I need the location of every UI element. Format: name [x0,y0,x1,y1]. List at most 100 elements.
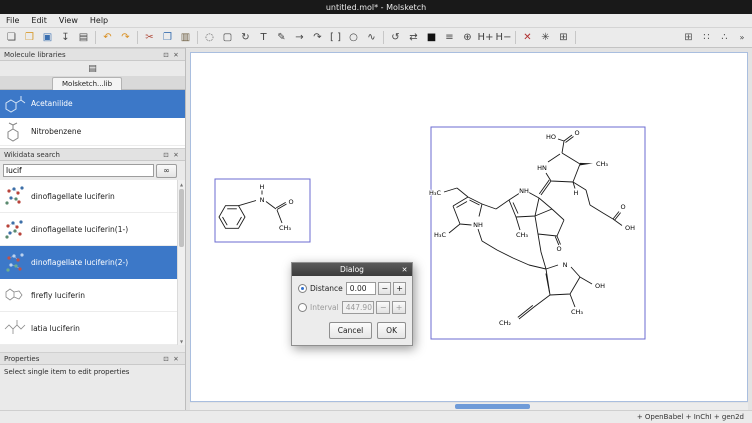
window-title: untitled.mol* - Molsketch [326,3,426,12]
flip-icon[interactable]: ⇄ [405,30,422,46]
scrollbar-thumb[interactable] [455,404,530,409]
distance-radio[interactable] [298,284,307,293]
interval-decrement-button[interactable]: − [376,301,390,314]
wikidata-scrollbar[interactable]: ▲ ▼ [177,180,185,345]
rotate-ccw-icon[interactable]: ↺ [387,30,404,46]
svg-text:O: O [620,203,625,211]
svg-text:H: H [260,183,265,191]
molecule-acetanilide[interactable] [219,191,287,229]
properties-float-icon[interactable]: ⊡ [161,354,171,364]
print-icon[interactable]: ▤ [75,30,92,46]
binoculars-icon: ∞ [163,166,170,175]
canvas-horizontal-scrollbar[interactable] [190,403,748,410]
molecule-thumbnail [2,216,28,242]
distance-input[interactable]: 0.00 [346,282,376,295]
save-file-icon[interactable]: ▣ [39,30,56,46]
export-icon[interactable]: ↧ [57,30,74,46]
molecule-thumbnail [3,93,27,115]
svg-text:O: O [574,129,579,137]
distance-increment-button[interactable]: + [393,282,406,295]
result-label: dinoflagellate luciferin(1-) [31,225,128,234]
result-label: dinoflagellate luciferin [31,192,115,201]
paste-icon[interactable]: ▥ [177,30,194,46]
library-float-icon[interactable]: ⊡ [161,50,171,60]
mechanism-arrow-tool-icon[interactable]: ↷ [309,30,326,46]
dialog: Dialog ✕ Distance 0.00 − + Interval 447.… [291,262,413,346]
hydrogen-plus-icon[interactable]: H+ [477,30,494,46]
toolbar-overflow-button[interactable]: » [735,30,749,46]
toolbar-separator [383,31,384,44]
scrollbar-thumb[interactable] [179,189,184,247]
align-icon[interactable]: ⊞ [555,30,572,46]
cut-icon[interactable]: ✂ [141,30,158,46]
charge-plus-icon[interactable]: ⊕ [459,30,476,46]
open-file-icon[interactable]: ❒ [21,30,38,46]
wikidata-panel-header: Wikidata search ⊡ ✕ [0,148,185,161]
molecule-thumbnail [2,183,28,209]
select-lasso-icon[interactable]: ◌ [201,30,218,46]
library-item-nitrobenzene[interactable]: Nitrobenzene [0,118,185,146]
svg-text:CH₃: CH₃ [516,231,528,239]
rotate-tool-icon[interactable]: ↻ [237,30,254,46]
library-close-icon[interactable]: ✕ [171,50,181,60]
draw-tool-icon[interactable]: ✎ [273,30,290,46]
dialog-close-icon[interactable]: ✕ [399,264,410,275]
interval-radio[interactable] [298,303,307,312]
result-dinoflagellate-luciferin-1[interactable]: dinoflagellate luciferin(1-) [0,213,185,246]
bracket-tool-icon[interactable]: [ ] [327,30,344,46]
scroll-down-icon[interactable]: ▼ [178,337,185,345]
library-item-acetanilide[interactable]: Acetanilide [0,90,185,118]
toolbar-separator [137,31,138,44]
toolbar-group: ✕✳⊞ [519,30,572,46]
select-rectangle-icon[interactable]: ▢ [219,30,236,46]
properties-close-icon[interactable]: ✕ [171,354,181,364]
cancel-button[interactable]: Cancel [329,322,372,339]
dialog-titlebar: Dialog ✕ [292,263,412,276]
menu-file[interactable]: File [0,14,25,27]
interval-increment-button[interactable]: + [392,301,406,314]
wikidata-search-input[interactable] [3,164,154,177]
chain-tool-icon[interactable]: ∿ [363,30,380,46]
library-icon[interactable]: ▤ [85,62,100,75]
distribute-horizontal-icon[interactable]: ∷ [698,30,715,46]
wikidata-panel-title: Wikidata search [4,151,60,159]
distribute-vertical-icon[interactable]: ∴ [716,30,733,46]
wikidata-float-icon[interactable]: ⊡ [161,150,171,160]
result-dinoflagellate-luciferin-2[interactable]: dinoflagellate luciferin(2-) [0,246,185,279]
menu-help[interactable]: Help [84,14,114,27]
library-panel-header: Molecule libraries ⊡ ✕ [0,48,185,61]
reaction-arrow-tool-icon[interactable]: → [291,30,308,46]
svg-text:HN: HN [537,164,547,172]
svg-text:CH₂: CH₂ [499,319,511,327]
luciferin-atom-labels: HO O HN CH₃ H O OH NH CH₃ NH H₃C H₃C O N… [429,129,635,327]
tools-icon[interactable]: ✳ [537,30,554,46]
svg-text:NH: NH [473,221,483,229]
ok-button[interactable]: OK [377,322,406,339]
result-latia-luciferin[interactable]: latia luciferin [0,312,185,345]
line-width-icon[interactable]: ≡ [441,30,458,46]
delete-icon[interactable]: ✕ [519,30,536,46]
ring-tool-icon[interactable]: ○ [345,30,362,46]
new-file-icon[interactable]: ❏ [3,30,20,46]
menu-view[interactable]: View [53,14,84,27]
library-item-label: Acetanilide [31,99,73,108]
redo-icon[interactable]: ↷ [117,30,134,46]
drawing-canvas[interactable]: H N O CH₃ [186,48,752,410]
search-button[interactable]: ∞ [156,164,177,178]
result-dinoflagellate-luciferin[interactable]: dinoflagellate luciferin [0,180,185,213]
snap-grid-icon[interactable]: ⊞ [680,30,697,46]
distance-decrement-button[interactable]: − [378,282,391,295]
library-item-label: Nitrobenzene [31,127,81,136]
molsketch-window: untitled.mol* - Molsketch File Edit View… [0,0,752,423]
result-firefly-luciferin[interactable]: firefly luciferin [0,279,185,312]
text-tool-icon[interactable]: T [255,30,272,46]
interval-input[interactable]: 447.90 [342,301,375,314]
hydrogen-minus-icon[interactable]: H− [495,30,512,46]
menu-edit[interactable]: Edit [25,14,53,27]
wikidata-close-icon[interactable]: ✕ [171,150,181,160]
undo-icon[interactable]: ↶ [99,30,116,46]
tab-molsketch-library[interactable]: Molsketch...lib [52,77,122,90]
color-picker-icon[interactable]: ■ [423,30,440,46]
scroll-up-icon[interactable]: ▲ [178,180,185,188]
copy-icon[interactable]: ❐ [159,30,176,46]
